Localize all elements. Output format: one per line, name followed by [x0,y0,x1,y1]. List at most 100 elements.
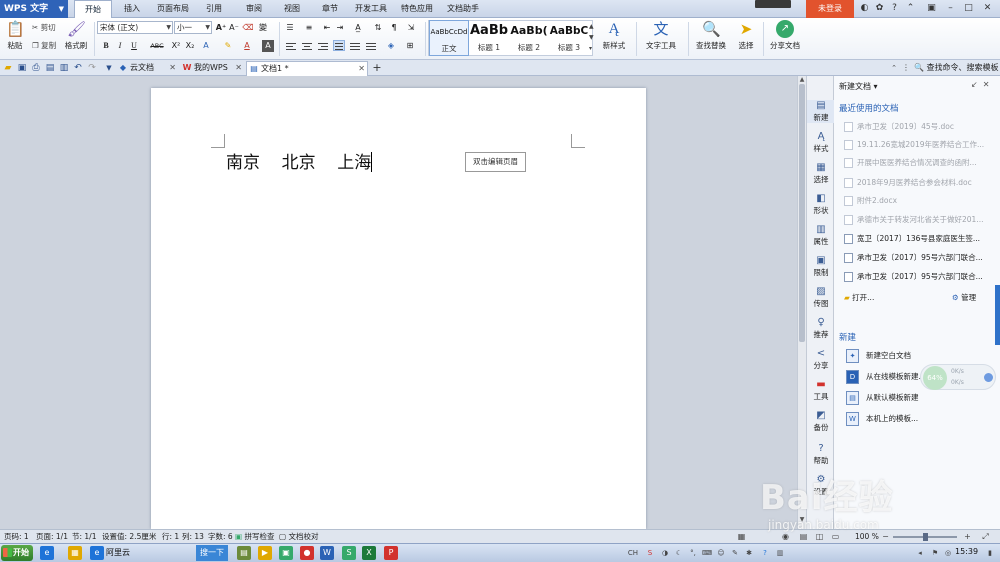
style-heading-3[interactable]: AaBbC 标题 3 [549,20,589,56]
status-word-count[interactable]: 字数: 6 [208,530,233,543]
tab-special-apps[interactable]: 特色应用 [394,0,440,18]
style-heading-2[interactable]: AaBb( 标题 2 [509,20,549,56]
network-icon[interactable]: ▥ [775,548,785,558]
new-style-button[interactable]: Ą 新样式 [598,20,630,51]
undo-icon[interactable]: ↶ [72,62,84,74]
doc-proofread-toggle[interactable]: ▢ 文档校对 [279,530,318,543]
moon-icon[interactable]: ☾ [674,548,684,558]
export-pdf-icon[interactable]: ▥ [58,62,70,74]
help-tray-icon[interactable]: ? [760,548,770,558]
close-tab-icon[interactable]: ✕ [358,62,365,76]
sogou-search-button[interactable]: 搜一下 [196,545,228,561]
punctuation-icon[interactable]: ◑ [660,548,670,558]
rail-styles[interactable]: Ą 样式 [807,131,835,154]
open-folder-icon[interactable]: ▰ [2,62,14,74]
underline-button[interactable]: U [128,40,140,52]
italic-button[interactable]: I [114,40,126,52]
recent-doc-item[interactable]: 承市卫发〔2017〕95号六部门联合... [844,270,994,284]
new-blank-doc[interactable]: ✦ 新建空白文档 [844,348,994,364]
zoom-in-icon[interactable]: + [962,531,973,542]
spell-check-toggle[interactable]: ▣ 拼写检查 [235,530,274,543]
local-templates[interactable]: W 本机上的模板... [844,411,994,427]
paste-button[interactable]: 📋 粘贴 [4,20,26,51]
close-icon[interactable]: ✕ [981,2,994,15]
green-app-icon[interactable]: ▣ [279,546,293,560]
red-app-icon[interactable]: ● [300,546,314,560]
redo-icon[interactable]: ↷ [86,62,98,74]
select-button[interactable]: ➤ 选择 [734,20,758,51]
scroll-down-icon[interactable]: ▼ [798,516,806,523]
bold-button[interactable]: B [100,40,112,52]
tab-developer[interactable]: 开发工具 [348,0,394,18]
rail-properties[interactable]: ▥ 属性 [807,224,835,247]
close-tab-icon[interactable]: ✕ [235,61,242,75]
phonetic-guide-icon[interactable]: 變 [257,22,269,34]
rail-settings[interactable]: ⚙ 设置 [807,474,835,497]
text-effect-icon[interactable]: A [200,40,212,52]
status-page-number[interactable]: 页码: 1 [4,530,29,543]
asian-layout-icon[interactable]: A̲ [352,22,364,34]
security-tray-icon[interactable]: ◎ [943,548,953,558]
cut-button[interactable]: ✂ 剪切 [32,22,56,33]
font-color-button[interactable]: A [241,40,253,52]
network-speed-widget[interactable]: 64% 0K/s 0K/s [920,364,996,390]
tab-references[interactable]: 引用 [196,0,232,18]
start-button[interactable]: 开始 [1,545,33,561]
tab-view[interactable]: 视图 [274,0,310,18]
taskbar-clock[interactable]: 15:39 [955,547,978,556]
font-size-select[interactable]: 小一 ▼ [174,21,212,34]
presentation-icon[interactable]: P [384,546,398,560]
borders-icon[interactable]: ⊞ [404,40,416,52]
subscript-button[interactable]: X₂ [184,40,196,52]
user-icon[interactable]: ☺ [716,548,726,558]
line-spacing-icon[interactable] [365,41,377,52]
rail-tools[interactable]: ▬ 工具 [807,379,835,402]
ime-indicator[interactable]: CH [627,548,639,558]
skin-icon[interactable]: ◐ [858,2,871,15]
toolbar-icon[interactable]: ▤ [237,546,251,560]
print-preview-icon[interactable]: ▤ [44,62,56,74]
app-menu-button[interactable]: WPS 文字 ▼ [0,0,68,18]
rail-help[interactable]: ? 帮助 [807,443,835,466]
view-mode-icon[interactable]: ▦ [736,531,747,542]
style-normal[interactable]: AaBbCcDd 正文 [429,20,469,56]
scroll-up-icon[interactable]: ▲ [798,76,806,83]
maximize-icon[interactable]: □ [962,2,975,15]
ie-icon[interactable]: e [40,546,54,560]
new-tab-plus-icon[interactable]: + [371,62,383,74]
justify-icon[interactable] [333,40,345,51]
quick-access-more-icon[interactable]: ▼ [103,62,115,74]
grow-font-button[interactable]: A⁺ [215,22,227,34]
char-shading-icon[interactable]: A [262,40,274,52]
open-button[interactable]: ▰ 打开... [844,292,874,303]
flag-tray-icon[interactable]: ⚑ [930,548,940,558]
align-right-icon[interactable] [317,41,329,52]
page-view-icon[interactable]: ▤ [798,531,809,542]
command-search[interactable]: 🔍 查找命令、搜索模板 [914,62,999,73]
recent-doc-item[interactable]: 2018年9月医养结合参会材料.doc [844,176,994,190]
recent-doc-item[interactable]: 承市卫发〔2017〕95号六部门联合... [844,251,994,265]
share-doc-button[interactable]: ↗ 分享文档 [767,20,803,51]
sogou-ime-icon[interactable]: S [645,548,655,558]
rail-share[interactable]: < 分享 [807,348,835,371]
task-pane-title[interactable]: 新建文档 ▾ [839,81,878,92]
keyboard-icon[interactable]: ⌨ [702,548,712,558]
zoom-out-icon[interactable]: − [880,531,891,542]
restore-window-icon[interactable]: ▣ [925,2,938,15]
read-view-icon[interactable]: ▭ [830,531,841,542]
decrease-indent-icon[interactable]: ⇤ [321,22,333,34]
tab-document1[interactable]: ▤ 文档1 * ✕ [246,61,368,76]
tab-insert[interactable]: 插入 [114,0,150,18]
rail-restrict[interactable]: ▣ 限制 [807,255,835,278]
sort-icon[interactable]: ⇅ [372,22,384,34]
rail-new[interactable]: ▤ 新建 [807,100,835,123]
format-painter-button[interactable]: 🖌 格式刷 [63,20,89,51]
document-body-text[interactable]: 南京 北京 上海 [226,148,373,173]
excel-icon[interactable]: X [362,546,376,560]
text-tool-button[interactable]: 文 文字工具 [641,20,681,51]
minimize-ribbon-icon[interactable]: ⌃ [904,2,917,15]
web-view-icon[interactable]: ◫ [814,531,825,542]
tab-home[interactable]: 开始 [74,0,112,19]
vertical-scrollbar[interactable]: ▲ ▼ [797,76,806,529]
rail-select[interactable]: ▦ 选择 [807,162,835,185]
